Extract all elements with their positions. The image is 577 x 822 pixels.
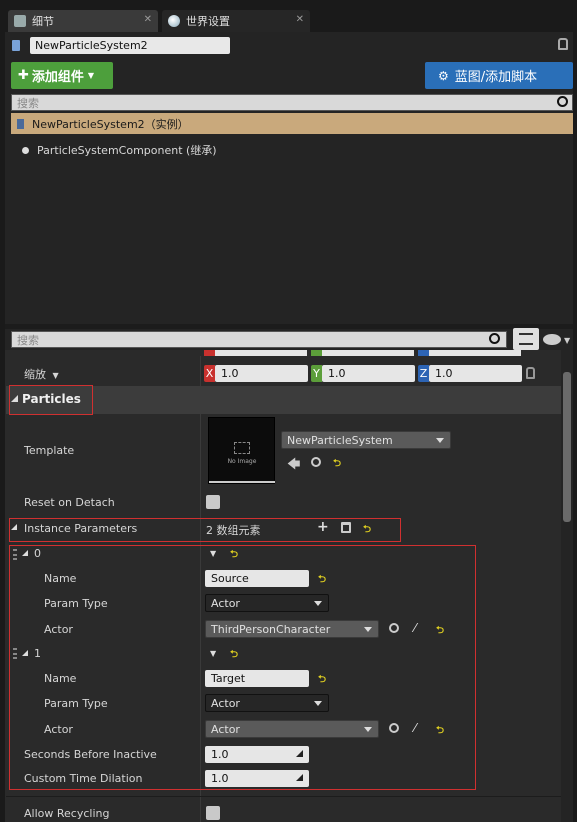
axis-y-icon: Y: [311, 365, 322, 382]
clipped-transform-row: [204, 350, 524, 356]
search-icon: [489, 333, 500, 344]
tab-details[interactable]: 细节 ✕: [8, 10, 158, 32]
gears-icon: ⚙: [438, 68, 449, 83]
component-search-input[interactable]: 搜索: [11, 94, 573, 111]
details-search-placeholder: 搜索: [17, 333, 39, 347]
scrollbar-thumb[interactable]: [563, 372, 571, 522]
chevron-down-icon: ▼: [52, 371, 59, 380]
blueprint-label: 蓝图/添加脚本: [454, 70, 538, 85]
tab-world-label: 世界设置: [186, 15, 230, 28]
image-placeholder-icon: [234, 442, 250, 454]
add-component-button[interactable]: ✚ 添加组件 ▼: [11, 62, 113, 89]
tab-details-label: 细节: [32, 15, 54, 28]
component-search-placeholder: 搜索: [17, 96, 39, 110]
particle-icon: [22, 146, 29, 154]
component-child-label: ParticleSystemComponent (继承): [37, 144, 217, 157]
world-icon: [168, 15, 180, 27]
scale-z-field[interactable]: 1.0: [429, 365, 522, 382]
scale-label[interactable]: 缩放 ▼: [24, 366, 59, 382]
actor-icon: [17, 118, 24, 129]
plus-icon: ✚: [18, 68, 29, 83]
thumbnail-text: No Image: [227, 458, 257, 465]
row-divider: [6, 796, 561, 797]
reset-on-detach-label: Reset on Detach: [24, 496, 115, 509]
scale-label-text: 缩放: [24, 368, 46, 381]
template-dropdown[interactable]: NewParticleSystem: [281, 431, 451, 449]
component-row-root[interactable]: NewParticleSystem2（实例）: [11, 113, 573, 134]
search-icon: [557, 96, 568, 107]
component-row-child[interactable]: ParticleSystemComponent (继承): [22, 142, 217, 158]
close-icon[interactable]: ✕: [296, 14, 304, 25]
scale-x-field[interactable]: 1.0: [215, 365, 308, 382]
tab-world-settings[interactable]: 世界设置 ✕: [162, 10, 310, 32]
use-selected-arrow-icon[interactable]: 🡄: [287, 455, 300, 477]
splitter[interactable]: [5, 324, 573, 329]
property-matrix-button[interactable]: [513, 328, 539, 350]
grid-icon: [519, 333, 533, 345]
allow-recycling-label: Allow Recycling: [24, 807, 110, 820]
lock-icon[interactable]: [558, 38, 568, 50]
component-root-label: NewParticleSystem2（实例）: [32, 117, 189, 131]
blueprint-button[interactable]: ⚙ 蓝图/添加脚本: [425, 62, 573, 89]
add-component-label: 添加组件: [31, 70, 84, 85]
template-label: Template: [24, 444, 75, 457]
eye-icon[interactable]: [543, 334, 561, 345]
axis-z-icon: Z: [418, 365, 429, 382]
reset-arrow-icon[interactable]: ⮌: [333, 456, 341, 473]
allow-recycling-checkbox[interactable]: [206, 806, 220, 820]
reset-on-detach-checkbox[interactable]: [206, 495, 220, 509]
details-icon: [14, 15, 26, 27]
chevron-down-icon[interactable]: ▼: [564, 336, 570, 345]
actor-name-field[interactable]: NewParticleSystem2: [30, 37, 230, 54]
highlight-box: [9, 518, 401, 542]
close-icon[interactable]: ✕: [144, 14, 152, 25]
details-search-input[interactable]: 搜索: [11, 331, 507, 348]
axis-x-icon: X: [204, 365, 215, 382]
thumbnail-underline: [209, 481, 275, 483]
browse-search-icon[interactable]: [311, 457, 321, 467]
highlight-box: [9, 545, 476, 790]
lock-icon[interactable]: [526, 367, 535, 379]
template-thumbnail[interactable]: No Image: [208, 417, 275, 484]
actor-icon: [12, 40, 20, 51]
scale-y-field[interactable]: 1.0: [322, 365, 415, 382]
chevron-down-icon: ▼: [87, 71, 95, 80]
highlight-box: [9, 385, 93, 415]
